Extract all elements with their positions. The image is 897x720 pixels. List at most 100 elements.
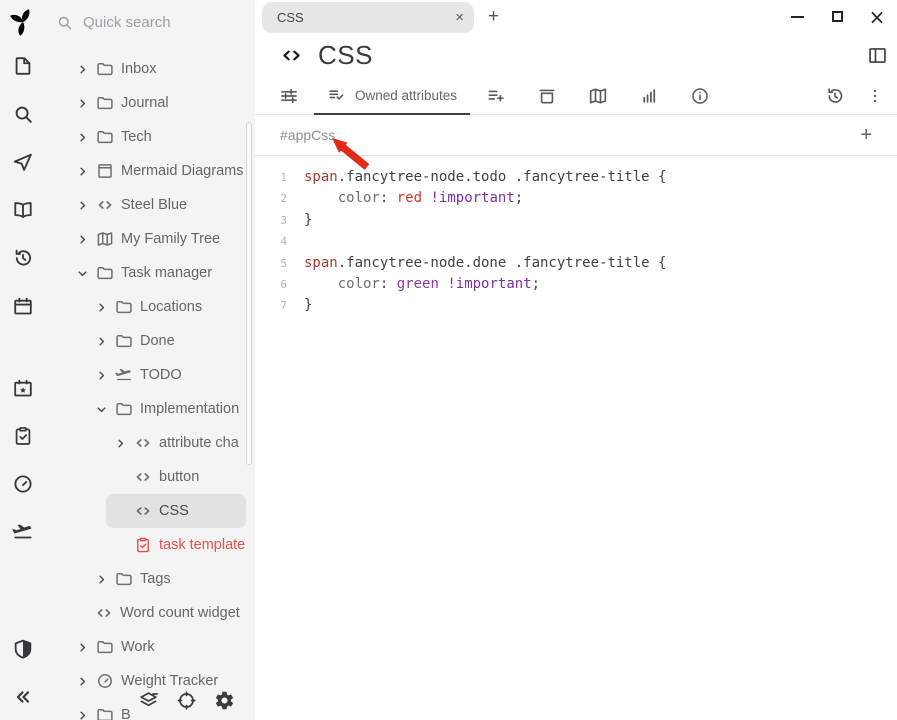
maximize-button[interactable]: [817, 1, 857, 33]
note-map-button[interactable]: [8, 195, 38, 225]
tree-scrollbar[interactable]: [246, 122, 252, 465]
code-text: color: red !important;: [304, 188, 523, 209]
chevron-right-icon[interactable]: [95, 369, 115, 382]
collapse-panel-button[interactable]: [8, 682, 38, 712]
tree-item-task-manager[interactable]: Task manager: [68, 256, 255, 290]
send-icon: [12, 151, 34, 173]
chevron-right-icon[interactable]: [76, 63, 96, 76]
tree-item-label: Implementation: [140, 401, 239, 417]
calendar-button[interactable]: [8, 291, 38, 321]
basic-properties-button[interactable]: [263, 78, 314, 114]
chevron-down-icon[interactable]: [95, 403, 115, 416]
tree-item-button[interactable]: button: [106, 460, 255, 494]
settings-button[interactable]: [212, 688, 236, 712]
inherited-attributes-button[interactable]: [470, 78, 521, 114]
close-button[interactable]: ×: [857, 1, 897, 33]
focus-button[interactable]: [174, 688, 198, 712]
tab-owned-attributes[interactable]: Owned attributes: [314, 78, 470, 115]
folder-icon: [96, 94, 120, 112]
tree-item-label: Journal: [121, 95, 169, 111]
tree-item-my-family-tree[interactable]: My Family Tree: [68, 222, 255, 256]
info-button[interactable]: [674, 78, 725, 114]
tree-item-task-template[interactable]: task template: [106, 528, 255, 562]
sliders-icon: [279, 86, 299, 106]
chevron-right-icon[interactable]: [114, 437, 134, 450]
tree-item-done[interactable]: Done: [87, 324, 255, 358]
tree-item-inbox[interactable]: Inbox: [68, 52, 255, 86]
recent-changes-button[interactable]: [8, 243, 38, 273]
tree-item-label: button: [159, 469, 199, 485]
jump-to-note-button[interactable]: [8, 147, 38, 177]
chevron-right-icon[interactable]: [95, 301, 115, 314]
chevron-right-icon[interactable]: [95, 335, 115, 348]
search-notes-button[interactable]: [8, 99, 38, 129]
more-options-button[interactable]: [855, 78, 895, 114]
code-line: 1span.fancytree-node.todo .fancytree-tit…: [255, 167, 897, 188]
tree-item-label: Word count widget: [120, 605, 240, 621]
tree-item-mermaid-diagrams[interactable]: Mermaid Diagrams: [68, 154, 255, 188]
tree-bottom-bar: [45, 682, 255, 718]
tree-item-locations[interactable]: Locations: [87, 290, 255, 324]
folder-icon: [115, 570, 139, 588]
note-info-button[interactable]: [623, 78, 674, 114]
split-pane-toggle-button[interactable]: [867, 45, 888, 66]
chevron-right-icon[interactable]: [76, 131, 96, 144]
tab-close-icon[interactable]: ×: [455, 9, 464, 26]
tasks-button[interactable]: [8, 421, 38, 451]
tree-item-steel-blue[interactable]: Steel Blue: [68, 188, 255, 222]
note-paths-button[interactable]: [521, 78, 572, 114]
calendar-icon: [12, 295, 34, 317]
chevron-right-icon[interactable]: [76, 641, 96, 654]
tree-item-label: Tech: [121, 129, 152, 145]
add-attribute-button[interactable]: +: [860, 125, 872, 145]
dashboard-button[interactable]: [8, 469, 38, 499]
attribute-appcss[interactable]: #appCss: [280, 127, 335, 143]
chevron-right-icon[interactable]: [76, 233, 96, 246]
revisions-button[interactable]: [815, 78, 855, 114]
protected-session-button[interactable]: [8, 634, 38, 664]
chevron-right-icon[interactable]: [76, 165, 96, 178]
new-note-button[interactable]: [8, 51, 38, 81]
archive-icon: [537, 86, 557, 106]
code-line: 7}: [255, 295, 897, 316]
tree-item-todo[interactable]: TODO: [87, 358, 255, 392]
trillium-logo-icon[interactable]: [6, 5, 40, 39]
quick-search-input[interactable]: Quick search: [45, 0, 255, 44]
travel-button[interactable]: [8, 517, 38, 547]
map-icon: [588, 86, 608, 106]
tree-item-attribute-cha[interactable]: attribute cha: [106, 426, 255, 460]
tree-item-work[interactable]: Work: [68, 630, 255, 664]
folder-icon: [96, 638, 120, 656]
clipboard-check-icon: [12, 425, 34, 447]
events-button[interactable]: [8, 373, 38, 403]
launcher-bar: [0, 0, 45, 720]
owned-attributes-row: #appCss +: [255, 115, 897, 156]
note-map-button[interactable]: [572, 78, 623, 114]
chevron-right-icon[interactable]: [76, 199, 96, 212]
tree-item-tags[interactable]: Tags: [87, 562, 255, 596]
code-line: 3}: [255, 210, 897, 231]
close-icon: ×: [869, 7, 886, 27]
code-text: }: [304, 210, 312, 231]
folder-icon: [115, 332, 139, 350]
chevron-right-icon[interactable]: [95, 573, 115, 586]
clipboard-check-icon: [134, 536, 158, 554]
tree-item-journal[interactable]: Journal: [68, 86, 255, 120]
tab-css[interactable]: CSS ×: [262, 2, 474, 33]
search-icon: [56, 14, 73, 31]
tree-item-css[interactable]: CSS: [106, 494, 255, 528]
note-tree-panel: Quick search Inbox Journal Tech Mermaid Dia…: [45, 0, 255, 720]
tree-item-implementation[interactable]: Implementation: [87, 392, 255, 426]
minimize-button[interactable]: [777, 1, 817, 33]
code-editor[interactable]: 1span.fancytree-node.todo .fancytree-tit…: [255, 156, 897, 720]
minimize-icon: [791, 16, 804, 18]
chevron-right-icon[interactable]: [76, 97, 96, 110]
collections-button[interactable]: [136, 688, 160, 712]
tree-item-tech[interactable]: Tech: [68, 120, 255, 154]
note-title[interactable]: CSS: [318, 40, 373, 71]
new-tab-button[interactable]: +: [488, 7, 499, 26]
line-number: 5: [255, 253, 296, 274]
tree-item-word-count-widget[interactable]: Word count widget: [87, 596, 255, 630]
chevron-down-icon[interactable]: [76, 267, 96, 280]
tree-item-label: Locations: [140, 299, 202, 315]
